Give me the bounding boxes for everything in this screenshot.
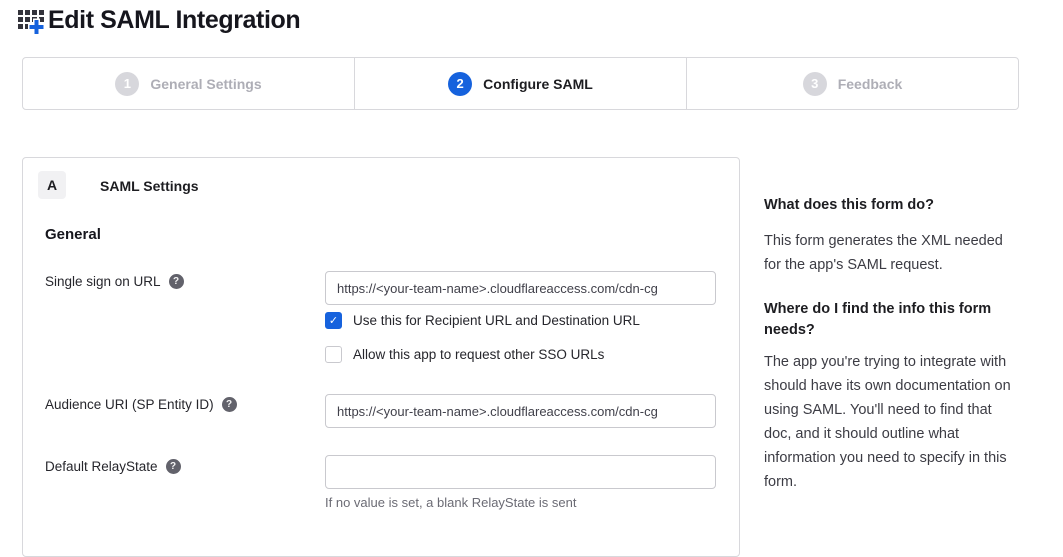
sidebar-answer-2: The app you're trying to integrate with … bbox=[764, 350, 1020, 494]
checkbox-label: Use this for Recipient URL and Destinati… bbox=[353, 313, 640, 328]
checkbox-checked-icon[interactable]: ✓ bbox=[325, 312, 342, 329]
checkbox-label: Allow this app to request other SSO URLs bbox=[353, 347, 604, 362]
step-label: Configure SAML bbox=[483, 76, 593, 92]
section-badge: A bbox=[38, 171, 66, 199]
relay-state-input[interactable] bbox=[325, 455, 716, 489]
group-heading-general: General bbox=[45, 226, 101, 243]
sso-url-input[interactable] bbox=[325, 271, 716, 305]
sidebar-answer-1: This form generates the XML needed for t… bbox=[764, 229, 1012, 277]
field-label-text: Default RelayState bbox=[45, 459, 158, 474]
relay-state-label: Default RelayState ? bbox=[45, 459, 181, 474]
wizard-steps: 1 General Settings 2 Configure SAML 3 Fe… bbox=[22, 57, 1019, 110]
audience-uri-input[interactable] bbox=[325, 394, 716, 428]
recipient-url-checkbox-row[interactable]: ✓ Use this for Recipient URL and Destina… bbox=[325, 312, 640, 329]
checkbox-unchecked-icon[interactable] bbox=[325, 346, 342, 363]
other-sso-urls-checkbox-row[interactable]: Allow this app to request other SSO URLs bbox=[325, 346, 604, 363]
question-icon[interactable]: ? bbox=[169, 274, 184, 289]
page-title: Edit SAML Integration bbox=[48, 6, 300, 35]
field-label-text: Audience URI (SP Entity ID) bbox=[45, 397, 214, 412]
field-label-text: Single sign on URL bbox=[45, 274, 161, 289]
step-general-settings[interactable]: 1 General Settings bbox=[23, 58, 354, 109]
step-configure-saml[interactable]: 2 Configure SAML bbox=[354, 58, 686, 109]
relay-state-hint: If no value is set, a blank RelayState i… bbox=[325, 495, 576, 510]
section-title: SAML Settings bbox=[100, 178, 199, 194]
step-number-badge: 3 bbox=[803, 72, 827, 96]
step-label: Feedback bbox=[838, 76, 903, 92]
sso-url-label: Single sign on URL ? bbox=[45, 274, 184, 289]
audience-uri-label: Audience URI (SP Entity ID) ? bbox=[45, 397, 237, 412]
app-grid-plus-icon bbox=[16, 5, 46, 35]
step-number-badge: 2 bbox=[448, 72, 472, 96]
sidebar-question-2: Where do I find the info this form needs… bbox=[764, 299, 1006, 341]
question-icon[interactable]: ? bbox=[166, 459, 181, 474]
question-icon[interactable]: ? bbox=[222, 397, 237, 412]
step-feedback[interactable]: 3 Feedback bbox=[686, 58, 1018, 109]
step-label: General Settings bbox=[150, 76, 261, 92]
sidebar-question-1: What does this form do? bbox=[764, 197, 1020, 213]
step-number-badge: 1 bbox=[115, 72, 139, 96]
page-header: Edit SAML Integration bbox=[16, 5, 300, 35]
